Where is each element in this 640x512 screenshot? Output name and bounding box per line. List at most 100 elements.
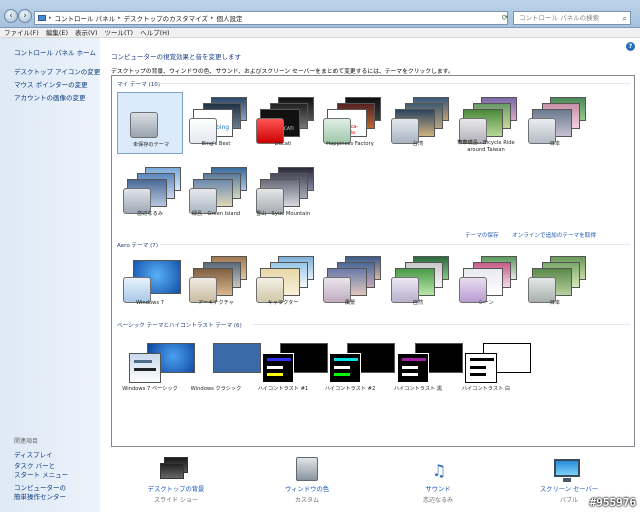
theme-scenes[interactable]: シーン: [453, 251, 519, 313]
theme-preview: [256, 256, 316, 303]
save-theme-link[interactable]: テーマの保存: [465, 231, 499, 239]
theme-preview: [459, 97, 519, 144]
breadcrumb-item[interactable]: デスクトップのカスタマイズ: [124, 13, 208, 23]
theme-japan-aero[interactable]: 日本: [522, 251, 588, 313]
forward-button[interactable]: ›: [18, 9, 32, 23]
help-icon[interactable]: ?: [626, 42, 635, 51]
theme-preview: [256, 339, 328, 383]
theme-high-contrast-white[interactable]: ハイコントラスト 白: [453, 334, 531, 398]
theme-label: 雪山 - Syue Mountain: [255, 211, 311, 217]
theme-green-island[interactable]: 緑島 - Green Island: [183, 162, 249, 224]
section-aero-themes[interactable]: Aero テーマ (7): [117, 241, 158, 249]
menu-tools[interactable]: ツール(T): [105, 28, 134, 37]
theme-list[interactable]: マイ テーマ (10) 未保存のテーマ bing Bing's Best DUC…: [111, 75, 635, 447]
divider: [158, 83, 630, 84]
theme-preview: [459, 256, 519, 303]
theme-label: アーキテクチャ: [198, 300, 234, 306]
theme-windows-7-basic[interactable]: Windows 7 ベーシック: [117, 334, 195, 398]
theme-characters[interactable]: キャラクター: [250, 251, 316, 313]
sidebar-link-mouse-pointer[interactable]: マウス ポインターの変更: [14, 79, 88, 89]
theme-unsaved[interactable]: 未保存のテーマ: [117, 92, 183, 154]
theme-windows-classic[interactable]: Windows クラシック: [183, 334, 261, 398]
sound-link[interactable]: サウンド: [388, 484, 488, 493]
theme-label: キャラクター: [267, 300, 299, 306]
search-input[interactable]: コントロール パネルの検索 ⌕: [513, 11, 631, 25]
theme-preview: [323, 256, 383, 303]
menu-edit[interactable]: 編集(E): [46, 28, 68, 37]
sidebar: コントロール パネル ホーム デスクトップ アイコンの変更 マウス ポインターの…: [0, 38, 100, 512]
theme-label: 台湾: [412, 141, 424, 147]
theme-architecture[interactable]: アーキテクチャ: [183, 251, 249, 313]
section-my-themes[interactable]: マイ テーマ (10): [117, 80, 160, 88]
section-basic-themes[interactable]: ベーシック テーマとハイコントラスト テーマ (6): [117, 321, 242, 329]
theme-nature[interactable]: 自然: [385, 251, 451, 313]
bing-logo: bing: [216, 124, 230, 131]
theme-preview: [123, 339, 195, 383]
theme-high-contrast-1[interactable]: ハイコントラスト #1: [250, 334, 328, 398]
theme-label: 緑島 - Green Island: [191, 211, 241, 217]
window-color-link[interactable]: ウィンドウの色: [257, 484, 357, 493]
theme-bicycle-ride[interactable]: 華華蝶島 - Bicycle Ride around Taiwan: [453, 92, 519, 154]
sound-value: 恋辺なるみ: [422, 497, 453, 504]
sidebar-link-account-picture[interactable]: アカウントの画像の変更: [14, 92, 86, 102]
menu-file[interactable]: ファイル(F): [4, 28, 39, 37]
theme-preview: [189, 167, 249, 214]
theme-label: Windows 7: [135, 300, 165, 306]
breadcrumb-item[interactable]: コントロール パネル: [55, 13, 116, 23]
theme-label: 華華蝶島 - Bicycle Ride around Taiwan: [457, 140, 515, 153]
menu-help[interactable]: ヘルプ(H): [140, 28, 169, 37]
theme-preview: [459, 339, 531, 383]
theme-bings-best[interactable]: bing Bing's Best: [183, 92, 249, 154]
refresh-icon[interactable]: ⟳: [500, 12, 510, 24]
menu-view[interactable]: 表示(V): [75, 28, 98, 37]
back-button[interactable]: ‹: [4, 9, 18, 23]
get-more-themes-link[interactable]: オンラインで追加のテーマを取得: [512, 231, 596, 239]
theme-preview: [189, 339, 261, 383]
sound-icon[interactable]: ♫: [423, 457, 455, 483]
page-title: コンピューターの視覚効果と音を変更します: [111, 53, 241, 61]
theme-label: 自然: [412, 300, 424, 306]
theme-landscapes[interactable]: 風景: [317, 251, 383, 313]
theme-label: 日本: [549, 300, 561, 306]
desktop-background-icon[interactable]: [160, 457, 192, 483]
chevron-right-icon: ▸: [49, 15, 52, 21]
theme-nanami[interactable]: 恋辺なるみ: [117, 162, 183, 224]
theme-preview: Coca-Cola: [323, 97, 383, 144]
theme-high-contrast-black[interactable]: ハイコントラスト 黒: [385, 334, 463, 398]
theme-label: 日本: [549, 141, 561, 147]
theme-label: 恋辺なるみ: [137, 211, 163, 217]
search-icon[interactable]: ⌕: [623, 13, 627, 25]
theme-high-contrast-2[interactable]: ハイコントラスト #2: [317, 334, 395, 398]
folder-icon: [38, 15, 46, 21]
sidebar-link-home[interactable]: コントロール パネル ホーム: [14, 47, 96, 57]
screen-saver-link[interactable]: スクリーン セーバー: [519, 484, 619, 493]
related-heading: 関連項目: [14, 438, 39, 445]
sidebar-link-ease-of-access[interactable]: コンピューターの 簡単操作センター: [14, 484, 66, 502]
theme-preview: [391, 97, 451, 144]
screen-saver-icon[interactable]: [552, 457, 584, 483]
window-color-value: カスタム: [294, 497, 319, 504]
divider: [160, 244, 630, 245]
theme-japan[interactable]: 日本: [522, 92, 588, 154]
theme-label: シーン: [478, 300, 494, 306]
theme-preview: [391, 339, 463, 383]
search-placeholder: コントロール パネルの検索: [519, 14, 600, 22]
page-description: デスクトップの背景、ウィンドウの色、サウンド、およびスクリーン セーバーをまとめ…: [111, 69, 454, 75]
theme-label: ハイコントラスト #1: [257, 386, 309, 392]
theme-label: Happiness Factory: [326, 141, 374, 147]
theme-taiwan[interactable]: 台湾: [385, 92, 451, 154]
breadcrumb-item[interactable]: 個人設定: [216, 13, 242, 23]
theme-windows-7[interactable]: Windows 7: [117, 251, 183, 313]
window-color-icon[interactable]: [292, 457, 324, 483]
address-box[interactable]: ▸ コントロール パネル ▸ デスクトップのカスタマイズ ▸ 個人設定: [34, 11, 508, 25]
chevron-right-icon: ▸: [210, 15, 214, 21]
theme-ducati[interactable]: DUCATI Ducati: [250, 92, 316, 154]
theme-syue-mountain[interactable]: 雪山 - Syue Mountain: [250, 162, 316, 224]
theme-preview: [256, 167, 316, 214]
sidebar-link-display[interactable]: ディスプレイ: [14, 449, 53, 459]
sidebar-link-taskbar[interactable]: タスク バーと スタート メニュー: [14, 462, 68, 480]
desktop-background-link[interactable]: デスクトップの背景: [126, 484, 226, 493]
sidebar-link-desktop-icons[interactable]: デスクトップ アイコンの変更: [14, 66, 100, 76]
theme-happiness-factory[interactable]: Coca-Cola Happiness Factory: [317, 92, 383, 154]
theme-label: ハイコントラスト #2: [324, 386, 376, 392]
